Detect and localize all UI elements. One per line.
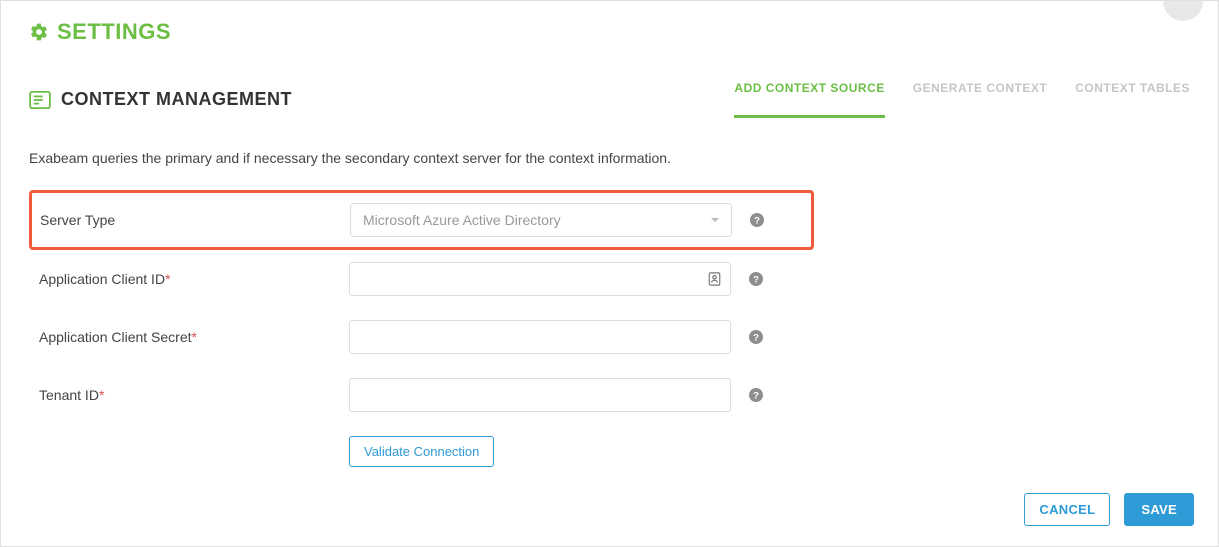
section-title: CONTEXT MANAGEMENT [61,89,292,110]
server-type-label: Server Type [40,212,340,228]
server-type-value: Microsoft Azure Active Directory [363,212,561,228]
list-card-icon [29,91,51,109]
svg-text:?: ? [753,275,759,286]
validate-connection-button[interactable]: Validate Connection [349,436,494,467]
tab-add-context-source[interactable]: ADD CONTEXT SOURCE [734,81,884,118]
page-title: SETTINGS [57,19,171,45]
svg-text:?: ? [754,216,760,227]
app-client-secret-label: Application Client Secret* [39,329,339,345]
cancel-button[interactable]: CANCEL [1024,493,1110,526]
help-icon[interactable]: ? [742,213,772,227]
server-type-select[interactable]: Microsoft Azure Active Directory [350,203,732,237]
section-description: Exabeam queries the primary and if neces… [29,150,1190,166]
gear-icon [29,22,49,42]
app-client-id-input[interactable] [349,262,731,296]
context-tabs: ADD CONTEXT SOURCE GENERATE CONTEXT CONT… [734,81,1190,118]
tenant-id-label: Tenant ID* [39,387,339,403]
tenant-id-input[interactable] [349,378,731,412]
chevron-down-icon [711,218,719,222]
help-icon[interactable]: ? [741,388,771,402]
help-icon[interactable]: ? [741,330,771,344]
app-client-secret-input[interactable] [349,320,731,354]
app-client-id-label: Application Client ID* [39,271,339,287]
svg-text:?: ? [753,391,759,402]
save-button[interactable]: SAVE [1124,493,1194,526]
tab-context-tables[interactable]: CONTEXT TABLES [1075,81,1190,118]
svg-text:?: ? [753,333,759,344]
help-icon[interactable]: ? [741,272,771,286]
contact-card-icon[interactable] [708,272,721,286]
tab-generate-context[interactable]: GENERATE CONTEXT [913,81,1047,118]
